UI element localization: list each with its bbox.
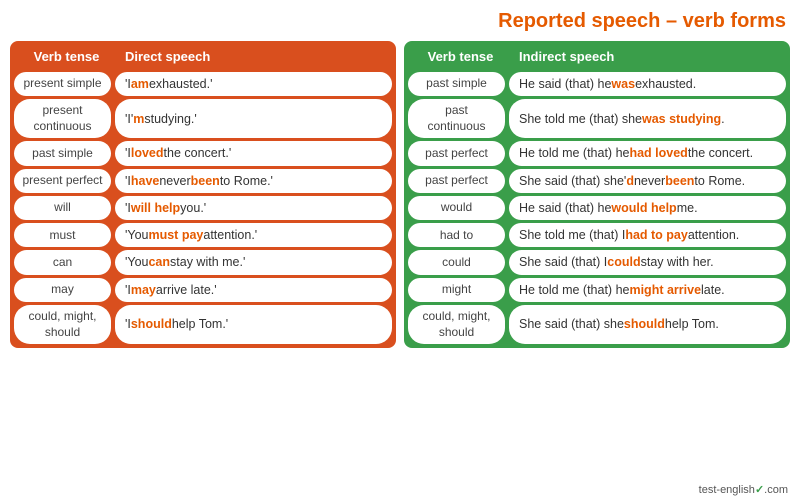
direct-speech-cell: 'I may arrive late.' xyxy=(115,278,392,302)
direct-speech-cell: 'I should help Tom.' xyxy=(115,305,392,344)
table-row: past simple He said (that) he was exhaus… xyxy=(408,72,786,96)
page: Reported speech – verb forms Verb tense … xyxy=(0,0,800,500)
verb-tense-cell: could, might, should xyxy=(14,305,111,344)
direct-speech-cell: 'I will help you.' xyxy=(115,196,392,220)
left-table-body: present simple 'I am exhausted.' present… xyxy=(10,72,396,348)
right-table: Verb tense Indirect speech past simple H… xyxy=(404,41,790,348)
verb-tense-cell: could, might, should xyxy=(408,305,505,344)
table-row: could She said (that) I could stay with … xyxy=(408,250,786,274)
verb-tense-cell: present perfect xyxy=(14,169,111,193)
table-row: present perfect 'I have never been to Ro… xyxy=(14,169,392,193)
verb-tense-cell: would xyxy=(408,196,505,220)
verb-tense-cell: can xyxy=(14,250,111,274)
verb-tense-cell: will xyxy=(14,196,111,220)
verb-tense-cell: must xyxy=(14,223,111,247)
left-table-header: Verb tense Direct speech xyxy=(10,41,396,72)
table-row: must 'You must pay attention.' xyxy=(14,223,392,247)
indirect-speech-cell: She told me (that) I had to pay attentio… xyxy=(509,223,786,247)
right-col-verb-header: Verb tense xyxy=(408,47,513,66)
verb-tense-cell: past continuous xyxy=(408,99,505,138)
verb-tense-cell: had to xyxy=(408,223,505,247)
indirect-speech-cell: He told me (that) he might arrive late. xyxy=(509,278,786,302)
footer: test-english✓.com xyxy=(699,483,788,496)
table-row: could, might, should 'I should help Tom.… xyxy=(14,305,392,344)
tables-container: Verb tense Direct speech present simple … xyxy=(10,41,790,348)
table-row: past perfect She said (that) she'd never… xyxy=(408,169,786,193)
indirect-speech-cell: He told me (that) he had loved the conce… xyxy=(509,141,786,165)
verb-tense-cell: past simple xyxy=(14,141,111,165)
right-table-body: past simple He said (that) he was exhaus… xyxy=(404,72,790,348)
direct-speech-cell: 'I am exhausted.' xyxy=(115,72,392,96)
table-row: past simple 'I loved the concert.' xyxy=(14,141,392,165)
table-row: past continuous She told me (that) she w… xyxy=(408,99,786,138)
verb-tense-cell: past perfect xyxy=(408,169,505,193)
verb-tense-cell: might xyxy=(408,278,505,302)
table-row: may 'I may arrive late.' xyxy=(14,278,392,302)
direct-speech-cell: 'I loved the concert.' xyxy=(115,141,392,165)
left-col-verb-header: Verb tense xyxy=(14,47,119,66)
table-row: past perfect He told me (that) he had lo… xyxy=(408,141,786,165)
table-row: can 'You can stay with me.' xyxy=(14,250,392,274)
verb-tense-cell: may xyxy=(14,278,111,302)
table-row: could, might, should She said (that) she… xyxy=(408,305,786,344)
table-row: would He said (that) he would help me. xyxy=(408,196,786,220)
indirect-speech-cell: She said (that) she should help Tom. xyxy=(509,305,786,344)
indirect-speech-cell: He said (that) he would help me. xyxy=(509,196,786,220)
direct-speech-cell: 'I'm studying.' xyxy=(115,99,392,138)
verb-tense-cell: present simple xyxy=(14,72,111,96)
verb-tense-cell: could xyxy=(408,250,505,274)
table-row: might He told me (that) he might arrive … xyxy=(408,278,786,302)
direct-speech-cell: 'I have never been to Rome.' xyxy=(115,169,392,193)
table-row: present continuous 'I'm studying.' xyxy=(14,99,392,138)
direct-speech-cell: 'You can stay with me.' xyxy=(115,250,392,274)
indirect-speech-cell: She said (that) I could stay with her. xyxy=(509,250,786,274)
verb-tense-cell: present continuous xyxy=(14,99,111,138)
indirect-speech-cell: He said (that) he was exhausted. xyxy=(509,72,786,96)
table-row: had to She told me (that) I had to pay a… xyxy=(408,223,786,247)
right-col-speech-header: Indirect speech xyxy=(513,47,786,66)
left-table: Verb tense Direct speech present simple … xyxy=(10,41,396,348)
table-row: present simple 'I am exhausted.' xyxy=(14,72,392,96)
direct-speech-cell: 'You must pay attention.' xyxy=(115,223,392,247)
right-table-header: Verb tense Indirect speech xyxy=(404,41,790,72)
table-row: will 'I will help you.' xyxy=(14,196,392,220)
verb-tense-cell: past perfect xyxy=(408,141,505,165)
left-col-speech-header: Direct speech xyxy=(119,47,392,66)
indirect-speech-cell: She said (that) she'd never been to Rome… xyxy=(509,169,786,193)
indirect-speech-cell: She told me (that) she was studying. xyxy=(509,99,786,138)
page-title: Reported speech – verb forms xyxy=(10,10,790,33)
verb-tense-cell: past simple xyxy=(408,72,505,96)
